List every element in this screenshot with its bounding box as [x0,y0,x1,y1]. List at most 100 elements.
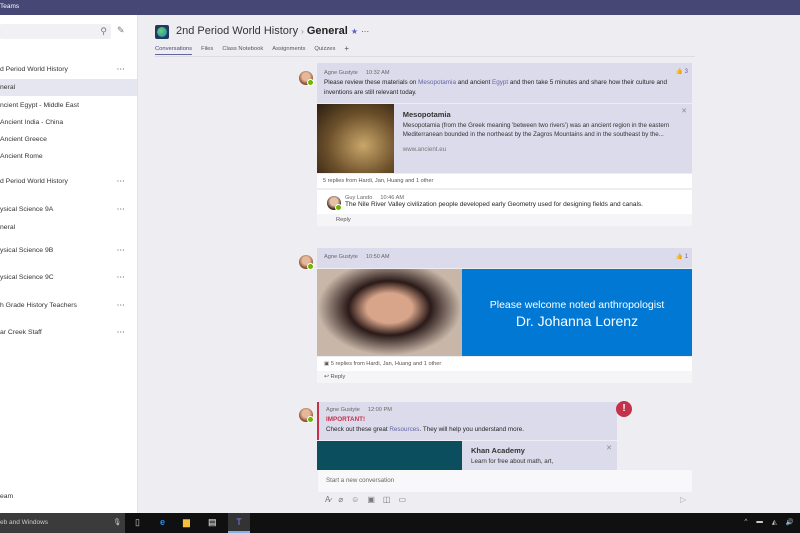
task-view-icon[interactable]: ▯ [135,517,140,528]
close-icon[interactable]: ✕ [681,107,687,115]
file-explorer-icon[interactable]: ▆ [183,517,190,528]
volume-icon[interactable]: 🔊 [786,518,794,526]
team-name[interactable]: 2nd Period World History [176,25,298,37]
search-icon[interactable]: ⚲ [100,26,107,37]
sidebar-team[interactable]: h Grade History Teachers ··· [0,297,137,314]
message-card: Agne Gustyte 10:50 AM 👍 1 Please welcome … [317,248,692,383]
add-tab-button[interactable]: + [344,44,349,55]
compose-icon[interactable]: ✎ [117,25,125,36]
store-icon[interactable]: ▤ [208,517,217,528]
battery-icon[interactable]: ▬ [756,518,763,526]
channel-name: General [306,25,348,37]
tab-class-notebook[interactable]: Class Notebook [222,46,263,55]
teams-taskbar-icon[interactable]: T [228,513,250,533]
sidebar-channel[interactable]: Ancient India - China [0,114,137,131]
join-team-link[interactable]: eam [0,488,137,505]
important-label: IMPORTANT! [326,416,366,423]
link-preview[interactable]: Khan Academy Learn for free about math, a… [317,441,617,470]
title-bar: Teams [0,0,800,15]
taskbar: eb and Windows 🎙 ▯ e ▆ ▤ T ^ ▬ ◭ 🔊 [0,513,800,533]
meet-now-icon[interactable]: ▭ [398,495,406,504]
page-title: 2nd Period World History › General ★ ··· [176,25,369,37]
reply-text: The Nile River Valley civilization peopl… [345,201,643,208]
preview-description: Mesopotamia (from the Greek meaning 'bet… [402,121,670,139]
search-input[interactable]: ⚲ [0,24,111,39]
more-options-button[interactable]: ··· [117,173,125,190]
close-icon[interactable]: ✕ [606,444,612,452]
reply-button[interactable]: Reply [317,214,692,226]
avatar[interactable] [327,196,342,211]
avatar[interactable] [299,71,314,86]
announcement-line2: Dr. Johanna Lorenz [515,313,639,329]
sidebar-team[interactable]: ysical Science 9A ··· [0,201,137,218]
more-options-button[interactable]: ··· [117,324,125,341]
microphone-icon[interactable]: 🎙 [113,518,121,526]
link-mesopotamia[interactable]: Mesopotamia [418,79,456,86]
attach-icon[interactable]: ⌀ [338,495,343,504]
sidebar-item-label: ysical Science 9B [0,247,54,254]
gif-icon[interactable]: ▣ [367,495,375,504]
link-egypt[interactable]: Egypt [492,79,508,86]
more-options-button[interactable]: ··· [117,201,125,218]
replies-summary[interactable]: 5 replies from Hardi, Jan, Huang and 1 o… [317,174,692,188]
tab-assignments[interactable]: Assignments [272,46,305,55]
divider [155,56,695,57]
more-options-button[interactable]: ··· [361,27,369,36]
reply-message: Guy Lando 10:46 AM The Nile River Valley … [317,190,692,214]
speaker-photo [317,269,462,356]
sidebar-team[interactable]: ysical Science 9C ··· [0,269,137,286]
tab-bar: Conversations Files Class Notebook Assig… [155,44,349,55]
new-conversation-input[interactable]: Start a new conversation [318,470,692,492]
taskbar-search[interactable]: eb and Windows 🎙 [0,513,125,533]
star-icon[interactable]: ★ [351,27,358,36]
network-icon[interactable]: ◭ [772,518,777,526]
tab-quizzes[interactable]: Quizzes [314,46,335,55]
sticker-icon[interactable]: ◫ [383,495,391,504]
sidebar-team[interactable]: ar Creek Staff ··· [0,324,137,341]
replies-summary-text: 5 replies from Hardi, Jan, Huang and 1 o… [330,361,442,367]
link-preview[interactable]: Mesopotamia Mesopotamia (from the Greek m… [317,104,692,173]
replies-summary[interactable]: ▣ 5 replies from Hardi, Jan, Huang and 1… [317,357,692,371]
sidebar-channel[interactable]: neral [0,79,137,96]
text: and ancient [455,79,493,86]
sidebar-item-label: ysical Science 9A [0,206,54,213]
chevron-up-icon[interactable]: ^ [744,518,747,526]
link-resources[interactable]: Resources [389,426,419,433]
sidebar-item-label: d Period World History [0,178,68,185]
timestamp: 12:00 PM [367,407,392,413]
format-icon[interactable]: A̷ [325,495,330,504]
important-alert-icon: ! [616,401,632,417]
message-text: Please review these materials on Mesopot… [324,78,685,98]
announcement-banner: Please welcome noted anthropologist Dr. J… [317,269,692,356]
app-title: Teams [0,3,20,10]
sidebar-item-label: ar Creek Staff [0,329,42,336]
sidebar-channel[interactable]: Ancient Greece [0,131,137,148]
sidebar-team[interactable]: d Period World History ··· [0,173,137,190]
text: Check out these great [326,426,390,433]
sidebar-item-label: Ancient India - China [0,119,64,126]
sidebar-team[interactable]: ysical Science 9B ··· [0,242,137,259]
edge-icon[interactable]: e [160,517,165,527]
avatar[interactable] [299,255,314,270]
sidebar-team[interactable]: d Period World History ··· [0,61,137,78]
sidebar-channel[interactable]: Ancient Rome [0,148,137,165]
tab-files[interactable]: Files [201,46,213,55]
tab-conversations[interactable]: Conversations [155,46,193,55]
more-options-button[interactable]: ··· [117,242,125,259]
reply-label: Reply [330,374,346,380]
sidebar-channel[interactable]: ncient Egypt - Middle East [0,97,137,114]
more-options-button[interactable]: ··· [117,297,125,314]
emoji-icon[interactable]: ☺ [351,495,359,504]
message-card: Agne Gustyte 12:00 PM IMPORTANT! Check ou… [317,402,617,470]
like-button[interactable]: 👍 1 [676,252,688,262]
like-button[interactable]: 👍 3 [676,67,688,77]
more-options-button[interactable]: ··· [117,269,125,286]
like-count: 1 [684,254,688,260]
reply-button[interactable]: ↩ Reply [317,371,692,383]
avatar[interactable] [299,408,314,423]
more-options-button[interactable]: ··· [117,61,125,78]
send-icon[interactable]: ▷ [680,495,686,504]
sidebar-channel[interactable]: neral [0,219,137,236]
sidebar: ⚲ ✎ d Period World History ··· neral ncient… [0,15,138,513]
main-panel: 2nd Period World History › General ★ ···… [139,15,800,513]
